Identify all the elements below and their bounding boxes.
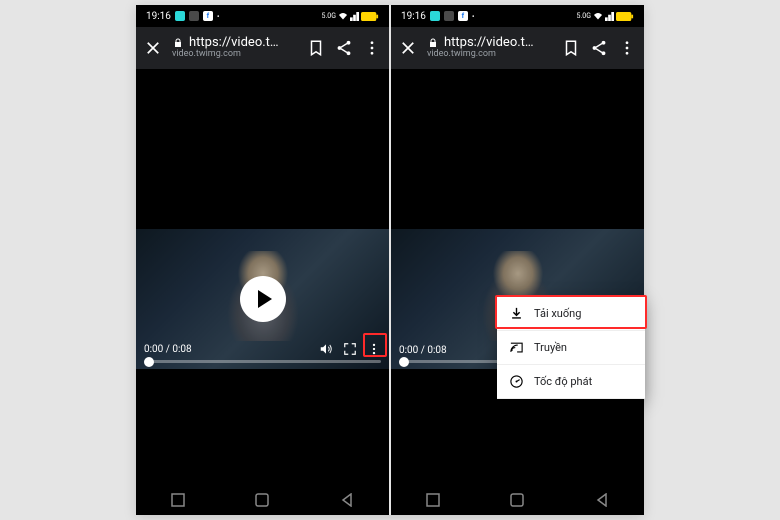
url-title: https://video.t…: [444, 36, 534, 50]
app-chip-icon: [444, 11, 454, 21]
network-type: 5.0G: [577, 12, 591, 20]
signal-icon: [350, 12, 359, 21]
phone-left: 19:16 f • 5.0G https://video.t… video.: [136, 5, 389, 515]
url-subdomain: video.twimg.com: [172, 50, 297, 60]
browser-toolbar: https://video.t… video.twimg.com: [136, 27, 389, 69]
url-title: https://video.t…: [189, 36, 279, 50]
status-left: 19:16 f •: [146, 11, 220, 22]
play-button[interactable]: [240, 276, 286, 322]
page-content: 0:00 / 0:08: [136, 69, 389, 485]
progress-bar[interactable]: [144, 360, 381, 363]
fullscreen-icon[interactable]: [343, 342, 357, 356]
url-bar[interactable]: https://video.t… video.twimg.com: [172, 36, 297, 60]
messenger-chip-icon: [430, 11, 440, 21]
share-icon[interactable]: [335, 39, 353, 57]
battery-icon: [616, 12, 634, 21]
video-time: 0:00 / 0:08: [399, 345, 447, 356]
status-right: 5.0G: [322, 11, 379, 21]
status-left: 19:16 f •: [401, 11, 475, 22]
volume-icon[interactable]: [319, 342, 333, 356]
status-right: 5.0G: [577, 11, 634, 21]
close-icon[interactable]: [399, 39, 417, 57]
system-navbar: [136, 485, 389, 515]
nav-home-button[interactable]: [508, 491, 526, 509]
bookmark-icon[interactable]: [562, 39, 580, 57]
system-navbar: [391, 485, 644, 515]
menu-item-label: Tốc độ phát: [534, 375, 592, 388]
menu-item-cast[interactable]: Truyền: [497, 331, 645, 365]
highlight-kebab: [363, 333, 387, 357]
status-bar: 19:16 f • 5.0G: [391, 5, 644, 27]
url-subdomain: video.twimg.com: [427, 50, 552, 60]
wifi-icon: [338, 11, 348, 21]
signal-icon: [605, 12, 614, 21]
messenger-chip-icon: [175, 11, 185, 21]
kebab-icon[interactable]: [363, 39, 381, 57]
two-phone-container: 19:16 f • 5.0G https://video.t… video.: [136, 5, 644, 515]
facebook-chip-icon: f: [203, 11, 213, 21]
status-dot-icon: •: [472, 12, 475, 21]
bookmark-icon[interactable]: [307, 39, 325, 57]
lock-icon: [427, 37, 439, 49]
share-icon[interactable]: [590, 39, 608, 57]
page-content: 0:00 / 0:08 Tải xuống Truyền Tốc: [391, 69, 644, 485]
close-icon[interactable]: [144, 39, 162, 57]
status-time: 19:16: [146, 11, 171, 22]
highlight-download: [495, 295, 647, 329]
nav-recent-button[interactable]: [169, 491, 187, 509]
wifi-icon: [593, 11, 603, 21]
nav-back-button[interactable]: [593, 491, 611, 509]
status-time: 19:16: [401, 11, 426, 22]
status-dot-icon: •: [217, 12, 220, 21]
network-type: 5.0G: [322, 12, 336, 20]
video-controls: 0:00 / 0:08: [136, 342, 389, 365]
kebab-icon[interactable]: [618, 39, 636, 57]
facebook-chip-icon: f: [458, 11, 468, 21]
video-time: 0:00 / 0:08: [144, 344, 192, 355]
browser-toolbar: https://video.t… video.twimg.com: [391, 27, 644, 69]
status-bar: 19:16 f • 5.0G: [136, 5, 389, 27]
app-chip-icon: [189, 11, 199, 21]
cast-icon: [509, 340, 524, 355]
nav-home-button[interactable]: [253, 491, 271, 509]
lock-icon: [172, 37, 184, 49]
nav-back-button[interactable]: [338, 491, 356, 509]
speed-icon: [509, 374, 524, 389]
video-player[interactable]: 0:00 / 0:08: [136, 229, 389, 369]
url-bar[interactable]: https://video.t… video.twimg.com: [427, 36, 552, 60]
menu-item-label: Truyền: [534, 341, 567, 354]
video-options-menu: Tải xuống Truyền Tốc độ phát: [497, 297, 645, 399]
phone-right: 19:16 f • 5.0G https://video.t… video.: [391, 5, 644, 515]
nav-recent-button[interactable]: [424, 491, 442, 509]
battery-icon: [361, 12, 379, 21]
menu-item-speed[interactable]: Tốc độ phát: [497, 365, 645, 399]
